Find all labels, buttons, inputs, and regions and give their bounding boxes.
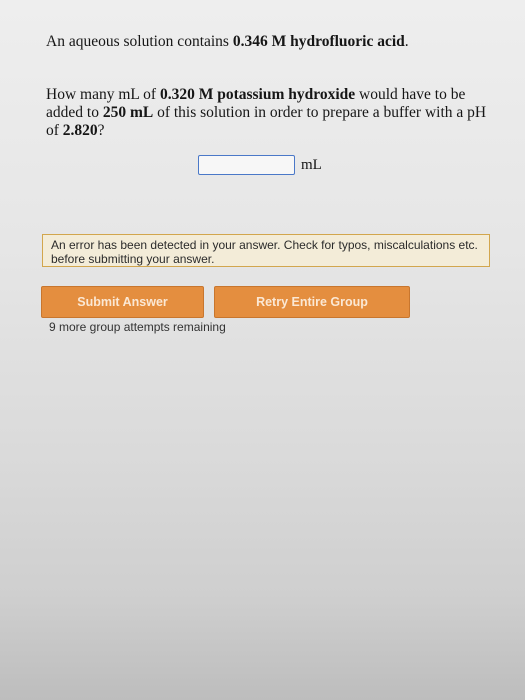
question-intro: An aqueous solution contains 0.346 M hyd…	[46, 33, 496, 51]
prompt-text-a: How many mL of	[46, 86, 160, 103]
answer-input[interactable]	[198, 155, 295, 175]
answer-unit: mL	[301, 156, 322, 173]
retry-group-button[interactable]: Retry Entire Group	[214, 286, 410, 318]
question-prompt: How many mL of 0.320 M potassium hydroxi…	[46, 86, 496, 140]
answer-row: mL	[198, 153, 322, 177]
prompt-question-mark: ?	[97, 122, 105, 139]
prompt-base: 0.320 M potassium hydroxide	[159, 86, 356, 103]
question-screen: An aqueous solution contains 0.346 M hyd…	[0, 0, 525, 700]
prompt-ph: 2.820	[62, 122, 98, 139]
submit-answer-button[interactable]: Submit Answer	[41, 286, 204, 318]
intro-text: An aqueous solution contains	[46, 33, 233, 50]
attempts-remaining: 9 more group attempts remaining	[49, 320, 226, 334]
intro-solution: 0.346 M hydrofluoric acid	[232, 33, 405, 50]
intro-period: .	[404, 33, 409, 50]
error-message: An error has been detected in your answe…	[42, 234, 490, 267]
prompt-volume: 250 mL	[102, 104, 154, 121]
